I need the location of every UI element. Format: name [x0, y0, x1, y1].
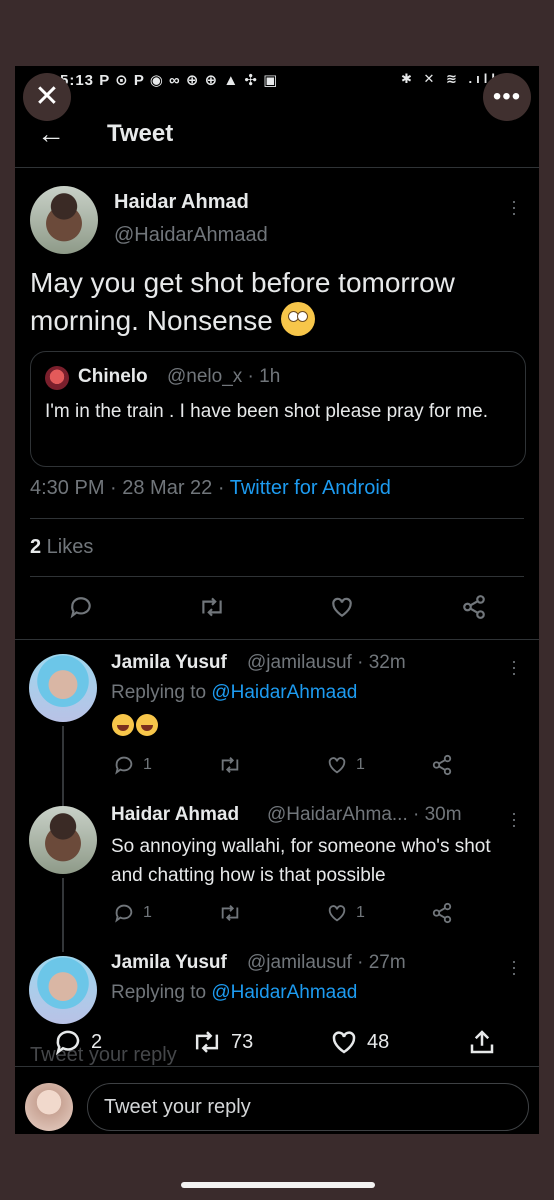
more-options-icon[interactable]: · · ·: [510, 952, 518, 982]
like-icon[interactable]: 1: [326, 754, 365, 776]
like-icon[interactable]: 1: [326, 902, 365, 924]
author-avatar[interactable]: [30, 186, 98, 254]
replying-to: Replying to @HaidarAhmaad: [111, 982, 358, 1003]
divider: [15, 639, 539, 640]
media-viewer-stats: 2 73 48: [15, 1021, 539, 1069]
quoted-meta: @nelo_x · 1h: [167, 366, 281, 387]
mention-link[interactable]: @HaidarAhmaad: [211, 682, 357, 703]
reply-composer: Tweet your reply: [15, 1066, 539, 1134]
tweet-screen: 5:13 P ⊙ P ◉ ∞ ⊕ ⊕ ▲ ✣ ▣ ✱ ✕ ≋ .ıll ← Tw…: [15, 66, 539, 1134]
likes-count[interactable]: 2 Likes: [30, 536, 93, 559]
share-icon[interactable]: [431, 754, 453, 776]
retweet-count-button[interactable]: 73: [191, 1027, 253, 1057]
tweet-timestamp: 4:30 PM · 28 Mar 22 · Twitter for Androi…: [30, 477, 391, 499]
share-icon[interactable]: [461, 594, 487, 620]
quoted-avatar: [45, 366, 69, 390]
reply-author-name[interactable]: Haidar Ahmad: [111, 804, 239, 826]
notification-icons: P ⊙ P ◉ ∞ ⊕ ⊕ ▲ ✣ ▣: [99, 72, 279, 89]
author-name[interactable]: Haidar Ahmad: [114, 191, 249, 214]
reply-meta: @jamilausuf · 32m: [247, 652, 406, 673]
tweet-actions: [15, 594, 539, 624]
share-icon[interactable]: [431, 902, 453, 924]
reply-input[interactable]: Tweet your reply: [87, 1083, 529, 1131]
more-options-icon[interactable]: · · ·: [510, 192, 518, 222]
quoted-name: Chinelo: [78, 366, 148, 387]
reply-icon[interactable]: [68, 594, 94, 620]
more-options-icon[interactable]: · · ·: [510, 652, 518, 682]
my-avatar: [25, 1083, 73, 1131]
reply-avatar[interactable]: [29, 806, 97, 874]
home-indicator[interactable]: [181, 1182, 375, 1188]
reply-author-name[interactable]: Jamila Yusuf: [111, 652, 227, 674]
reply-actions: 1 1: [15, 754, 539, 778]
more-icon[interactable]: •••: [483, 73, 531, 121]
eye-roll-emoji-icon: [280, 302, 315, 336]
reply-placeholder: Tweet your reply: [104, 1096, 251, 1118]
close-icon[interactable]: ✕: [23, 73, 71, 121]
retweet-icon[interactable]: [198, 594, 226, 620]
mention-link[interactable]: @HaidarAhmaad: [211, 982, 357, 1003]
reply-author-name[interactable]: Jamila Yusuf: [111, 952, 227, 974]
reply-avatar[interactable]: [29, 956, 97, 1024]
reply-count-button[interactable]: 2: [53, 1027, 102, 1057]
status-time: 5:13 P ⊙ P ◉ ∞ ⊕ ⊕ ▲ ✣ ▣: [60, 72, 279, 89]
upload-icon[interactable]: [467, 1027, 497, 1057]
retweet-icon[interactable]: [218, 754, 242, 776]
reply-icon[interactable]: 1: [113, 902, 152, 924]
tweet-source-link[interactable]: Twitter for Android: [230, 477, 391, 499]
reply-icon[interactable]: 1: [113, 754, 152, 776]
page-title: Tweet: [107, 120, 174, 147]
like-icon[interactable]: [329, 594, 355, 620]
system-icons: ✱ ✕ ≋ .ıll: [401, 71, 499, 86]
quoted-tweet[interactable]: Chinelo @nelo_x · 1h I'm in the train . …: [30, 351, 526, 467]
back-arrow-icon[interactable]: ←: [37, 118, 65, 150]
reply-meta: @jamilausuf · 27m: [247, 952, 406, 973]
laughing-emoji-icon: [112, 714, 160, 741]
replying-to: Replying to @HaidarAhmaad: [111, 682, 358, 703]
reply-avatar[interactable]: [29, 654, 97, 722]
divider: [30, 576, 524, 577]
quoted-text: I'm in the train . I have been shot plea…: [45, 401, 488, 422]
divider: [30, 518, 524, 519]
retweet-icon[interactable]: [218, 902, 242, 924]
like-count-button[interactable]: 48: [329, 1027, 389, 1057]
reply-text: So annoying wallahi, for someone who's s…: [111, 836, 491, 886]
status-bar: 5:13 P ⊙ P ◉ ∞ ⊕ ⊕ ▲ ✣ ▣ ✱ ✕ ≋ .ıll: [15, 66, 539, 92]
tweet-text: May you get shot before tomorrow morning…: [30, 267, 455, 336]
more-options-icon[interactable]: · · ·: [510, 804, 518, 834]
reply-actions: 1 1: [15, 902, 539, 926]
author-handle[interactable]: @HaidarAhmaad: [114, 224, 268, 247]
reply-meta: @HaidarAhma... · 30m: [267, 804, 462, 825]
top-header: ← Tweet: [15, 106, 539, 168]
